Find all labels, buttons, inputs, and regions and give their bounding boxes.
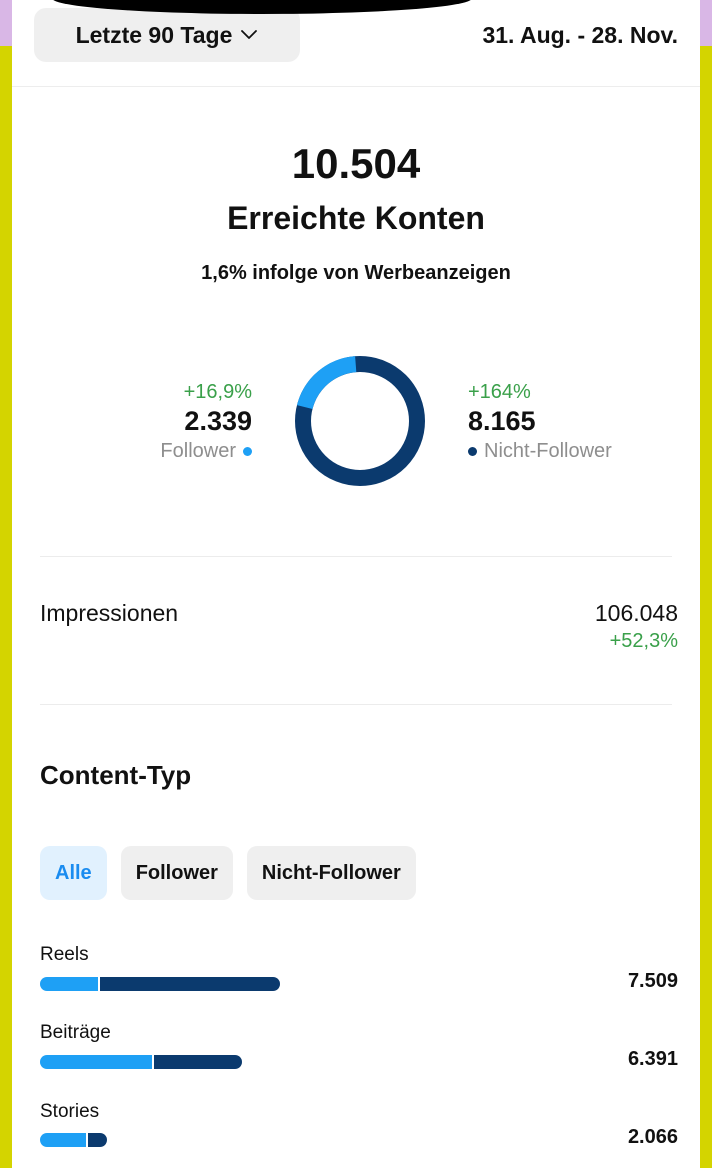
- followers-change: +16,9%: [183, 381, 252, 403]
- followers-legend: Follower: [160, 438, 252, 464]
- chevron-down-icon: [241, 30, 258, 39]
- non-follower-dot-icon: [468, 446, 477, 456]
- divider: [12, 86, 700, 87]
- impressions-label: Impressionen: [40, 600, 179, 626]
- ads-share-note: 1,6% infolge von Werbeanzeigen: [201, 262, 511, 284]
- bar-non-follower-segment: [154, 1055, 242, 1069]
- donut-follower-arc: [296, 356, 357, 410]
- date-range-text: 31. Aug. - 28. Nov.: [482, 22, 678, 48]
- reach-donut-chart: [295, 356, 425, 486]
- bar-follower-segment: [40, 977, 98, 991]
- content-filter-chips: Alle Follower Nicht-Follower: [40, 846, 416, 900]
- filter-all-chip[interactable]: Alle: [40, 846, 107, 900]
- non-followers-change: +164%: [468, 381, 531, 403]
- filter-non-follower-chip[interactable]: Nicht-Follower: [246, 846, 416, 900]
- content-type-title: Content-Typ: [40, 760, 192, 790]
- content-row-value: 2.066: [627, 1126, 678, 1148]
- content-row-label: Beiträge: [40, 1022, 111, 1043]
- accounts-reached-total: 10.504: [291, 140, 421, 187]
- content-row-label: Stories: [40, 1101, 100, 1122]
- content-row-value: 6.391: [627, 1048, 678, 1070]
- date-range-dropdown-label: Letzte 90 Tage: [75, 21, 233, 48]
- non-followers-label: Nicht-Follower: [484, 440, 612, 462]
- content-row-value: 7.509: [627, 970, 678, 992]
- non-followers-count: 8.165: [468, 406, 536, 436]
- impressions-value: 106.048: [594, 600, 678, 626]
- content-row-bar: [40, 1055, 242, 1069]
- content-row-bar: [40, 1133, 107, 1147]
- accounts-reached-title: Erreichte Konten: [227, 200, 485, 236]
- insights-panel: Letzte 90 Tage 31. Aug. - 28. Nov. 10.50…: [12, 0, 700, 1168]
- filter-follower-chip[interactable]: Follower: [120, 846, 233, 900]
- divider: [40, 556, 672, 557]
- followers-count: 2.339: [184, 406, 252, 436]
- content-row-label: Reels: [40, 944, 89, 965]
- bar-follower-segment: [40, 1055, 152, 1069]
- divider: [40, 704, 672, 705]
- non-followers-stat: +164% 8.165 Nicht-Follower: [468, 380, 612, 464]
- followers-stat: +16,9% 2.339 Follower: [160, 380, 252, 464]
- bar-non-follower-segment: [100, 977, 280, 991]
- followers-label: Follower: [160, 440, 236, 462]
- bar-follower-segment: [40, 1133, 86, 1147]
- content-row-bar: [40, 977, 280, 991]
- impressions-change: +52,3%: [609, 630, 678, 652]
- non-followers-legend: Nicht-Follower: [468, 438, 612, 464]
- date-range-dropdown[interactable]: Letzte 90 Tage: [34, 8, 300, 62]
- follower-dot-icon: [243, 446, 252, 456]
- bar-non-follower-segment: [88, 1133, 107, 1147]
